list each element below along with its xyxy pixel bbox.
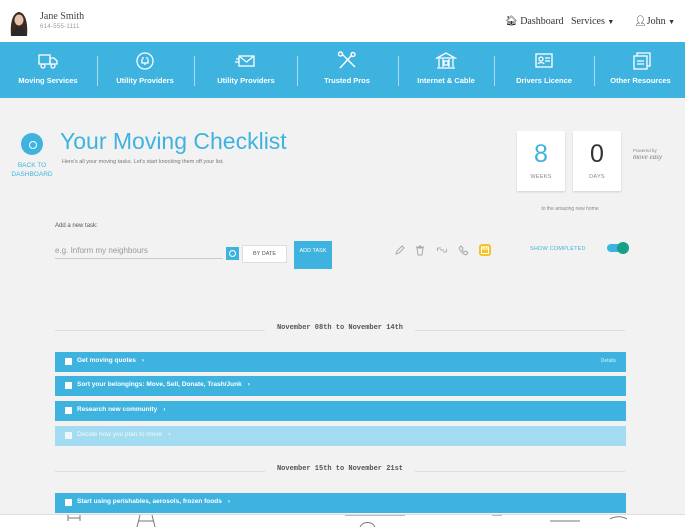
- task-name: Decide how you plan to move: [77, 431, 163, 438]
- weeks-value: 8: [534, 140, 548, 168]
- pencil-icon[interactable]: [394, 244, 406, 256]
- category-trusted-pros[interactable]: Trusted Pros: [298, 42, 396, 98]
- lamp-illustration: [492, 515, 628, 522]
- weeks-label: WEEKS: [530, 174, 552, 180]
- category-utility-providers[interactable]: Utility Providers: [98, 42, 192, 98]
- countdown-weeks: 8 WEEKS: [517, 131, 565, 191]
- user-icon: 👤︎: [634, 16, 647, 27]
- divider: [594, 56, 595, 86]
- avatar[interactable]: [8, 10, 30, 36]
- task-row[interactable]: Sort your belongings: Move, Sell, Donate…: [55, 376, 626, 396]
- task-row-completed[interactable]: Decide how you plan to move ›: [55, 426, 626, 446]
- tools-icon: [337, 51, 356, 69]
- show-completed-label: SHOW COMPLETED: [530, 246, 586, 252]
- task-checkbox[interactable]: [65, 407, 72, 414]
- brand-logo: move easy: [633, 153, 662, 161]
- chevron-right-icon: ›: [247, 381, 250, 388]
- task-name: Sort your belongings: Move, Sell, Donate…: [77, 381, 242, 388]
- page-subtitle: Here's all your moving tasks. Let's star…: [62, 159, 224, 165]
- chevron-right-icon: ›: [141, 357, 145, 364]
- plug-icon: [136, 52, 154, 70]
- week-divider: November 15th to November 21st: [55, 465, 625, 477]
- category-bar: Moving Services Utility Providers Utilit…: [0, 42, 685, 98]
- chevron-down-icon: ▼: [668, 18, 676, 26]
- back-to-dashboard-link[interactable]: BACK TO DASHBOARD: [6, 161, 58, 179]
- category-other-resources[interactable]: Other Resources: [596, 42, 685, 98]
- new-task-input[interactable]: [55, 243, 223, 259]
- chevron-right-icon: ›: [163, 406, 166, 413]
- divider: [494, 56, 495, 86]
- task-row[interactable]: Get moving quotes › Details: [55, 352, 626, 372]
- dashboard-link[interactable]: 🏠︎ Dashboard: [505, 16, 564, 27]
- category-drivers-licence[interactable]: Drivers Licence: [496, 42, 592, 98]
- countdown-days: 0 DAYS: [573, 131, 621, 191]
- calendar-icon[interactable]: [226, 247, 239, 260]
- chevron-down-icon: ▼: [607, 18, 615, 26]
- days-label: DAYS: [589, 174, 605, 180]
- footer-illustrations: [0, 514, 685, 527]
- link-icon[interactable]: [436, 244, 448, 256]
- days-value: 0: [590, 140, 604, 168]
- task-name: Research new community: [77, 406, 158, 413]
- page-title: Your Moving Checklist: [60, 128, 287, 154]
- id-card-icon: [535, 53, 553, 68]
- task-checkbox[interactable]: [65, 499, 72, 506]
- chevron-right-icon: ›: [168, 431, 171, 438]
- furniture-illustration: [67, 515, 156, 527]
- calendar-icon[interactable]: [479, 244, 491, 256]
- task-row[interactable]: Research new community ›: [55, 401, 626, 421]
- truck-icon: [38, 54, 58, 69]
- envelope-icon: [235, 55, 255, 67]
- box-illustration: [345, 515, 405, 527]
- week-divider: November 08th to November 14th: [55, 324, 625, 336]
- task-row[interactable]: Start using perishables, aerosols, froze…: [55, 493, 626, 513]
- by-date-button[interactable]: BY DATE: [242, 245, 287, 263]
- task-name: Get moving quotes: [77, 357, 136, 364]
- divider: [194, 56, 195, 86]
- task-details-link[interactable]: Details: [601, 358, 616, 364]
- user-name: Jane Smith: [40, 11, 85, 22]
- task-checkbox[interactable]: [65, 382, 72, 389]
- building-icon: [435, 52, 457, 69]
- category-utility-providers-2[interactable]: Utility Providers: [196, 42, 296, 98]
- add-task-button[interactable]: ADD TASK: [294, 241, 332, 269]
- phone-icon[interactable]: [458, 244, 470, 256]
- powered-by: Powered by move easy: [633, 148, 662, 161]
- category-internet-cable[interactable]: Internet & Cable: [400, 42, 492, 98]
- chevron-right-icon: ›: [227, 498, 231, 505]
- countdown-note: to the amazing new home: [541, 206, 599, 212]
- task-checkbox[interactable]: [65, 358, 72, 365]
- week-range: November 15th to November 21st: [264, 465, 416, 473]
- add-task-label: Add a new task:: [55, 223, 98, 229]
- back-icon[interactable]: [21, 133, 43, 155]
- task-name: Start using perishables, aerosols, froze…: [77, 498, 222, 505]
- divider: [398, 56, 399, 86]
- trash-icon[interactable]: [414, 244, 426, 256]
- account-menu[interactable]: 👤︎John ▼: [634, 16, 675, 27]
- user-phone: 614-555-1111: [40, 24, 80, 30]
- home-icon: 🏠︎: [505, 16, 518, 27]
- services-menu[interactable]: Services ▼: [571, 16, 614, 27]
- task-checkbox-checked[interactable]: [65, 432, 72, 439]
- show-completed-toggle[interactable]: [607, 242, 629, 254]
- cards-icon: [632, 52, 651, 70]
- category-moving-services[interactable]: Moving Services: [0, 42, 96, 98]
- top-bar: Jane Smith 614-555-1111 🏠︎ Dashboard Ser…: [0, 0, 685, 42]
- week-range: November 08th to November 14th: [264, 324, 416, 332]
